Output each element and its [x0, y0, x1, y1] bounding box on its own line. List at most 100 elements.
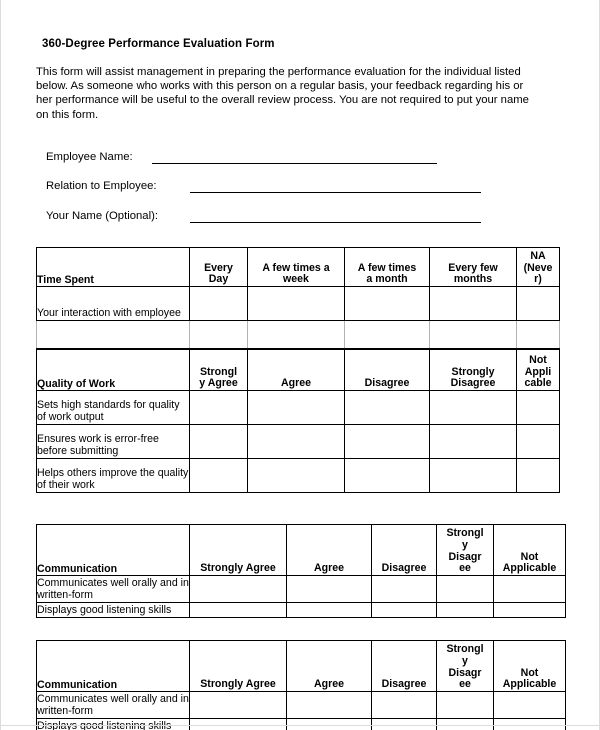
- table-row: Sets high standards for quality of work …: [36, 389, 560, 425]
- employee-name-input[interactable]: [152, 152, 437, 164]
- response-cell[interactable]: [429, 285, 517, 321]
- response-cell[interactable]: [189, 574, 287, 603]
- response-cell[interactable]: [247, 389, 345, 425]
- document-page: 360-Degree Performance Evaluation Form T…: [0, 0, 600, 730]
- response-cell[interactable]: [516, 389, 560, 425]
- your-name-input[interactable]: [190, 211, 481, 223]
- row-label-ensures-work-error-free: Ensures work is error-free before submit…: [36, 423, 190, 459]
- field-your-name: Your Name (Optional):: [36, 200, 566, 223]
- table-quality-of-work: Quality of Work Strongl y Agree Agree Di…: [36, 348, 560, 493]
- response-cell[interactable]: [371, 690, 437, 719]
- response-cell[interactable]: [189, 601, 287, 618]
- spacer-cell: [36, 319, 190, 349]
- column-header-every-day: Every Day: [189, 246, 248, 287]
- response-cell[interactable]: [516, 457, 560, 493]
- response-cell[interactable]: [344, 285, 430, 321]
- response-cell[interactable]: [516, 285, 560, 321]
- response-cell[interactable]: [344, 457, 430, 493]
- column-header-not-applicable: Not Appli cable: [516, 348, 560, 391]
- respondent-fields: Employee Name: Relation to Employee: You…: [36, 141, 566, 223]
- table-wrapper-time-spent: Time Spent Every Day A few times a week …: [36, 246, 566, 349]
- table-wrapper-communication-2: Communication Strongly Agree Agree Disag…: [36, 639, 566, 730]
- response-cell[interactable]: [189, 690, 287, 719]
- response-cell[interactable]: [493, 574, 566, 603]
- spacer-cell: [429, 319, 517, 349]
- response-cell[interactable]: [371, 601, 437, 618]
- field-label-your-name: Your Name (Optional):: [46, 209, 158, 222]
- response-cell[interactable]: [493, 690, 566, 719]
- column-header-strongly-agree: Strongly Agree: [189, 639, 287, 692]
- table-row: Displays good listening skills: [36, 601, 566, 618]
- table-spacer-row: [36, 319, 560, 349]
- column-header-agree: Agree: [286, 639, 372, 692]
- response-cell[interactable]: [436, 574, 494, 603]
- relation-to-employee-input[interactable]: [190, 181, 481, 193]
- response-cell[interactable]: [429, 423, 517, 459]
- column-header-agree: Agree: [247, 348, 345, 391]
- row-label-communicates-well-orally: Communicates well orally and in written-…: [36, 574, 190, 603]
- field-employee-name: Employee Name:: [36, 141, 566, 164]
- spacer-cell: [344, 319, 430, 349]
- column-header-agree: Agree: [286, 523, 372, 576]
- response-cell[interactable]: [493, 601, 566, 618]
- column-header-few-times-week: A few times a week: [247, 246, 345, 287]
- response-cell[interactable]: [189, 285, 248, 321]
- column-header-few-times-month: A few times a month: [344, 246, 430, 287]
- response-cell[interactable]: [344, 389, 430, 425]
- page-title: 360-Degree Performance Evaluation Form: [42, 38, 275, 50]
- table-header-row: Communication Strongly Agree Agree Disag…: [36, 523, 566, 576]
- response-cell[interactable]: [286, 690, 372, 719]
- table-wrapper-communication-1: Communication Strongly Agree Agree Disag…: [36, 523, 566, 618]
- response-cell[interactable]: [189, 389, 248, 425]
- table-header-row: Quality of Work Strongl y Agree Agree Di…: [36, 348, 560, 391]
- table-wrapper-quality-of-work: Quality of Work Strongl y Agree Agree Di…: [36, 348, 566, 493]
- row-label-communicates-well-orally: Communicates well orally and in written-…: [36, 690, 190, 719]
- column-header-strongly-disagree: Strongl y Disagr ee: [436, 639, 494, 692]
- table-row: Helps others improve the quality of thei…: [36, 457, 560, 493]
- response-cell[interactable]: [436, 601, 494, 618]
- response-cell[interactable]: [247, 457, 345, 493]
- row-label-sets-high-standards: Sets high standards for quality of work …: [36, 389, 190, 425]
- column-header-disagree: Disagree: [371, 523, 437, 576]
- category-label-communication: Communication: [36, 639, 190, 692]
- response-cell[interactable]: [516, 423, 560, 459]
- category-label-quality-of-work: Quality of Work: [36, 348, 190, 391]
- response-cell[interactable]: [371, 574, 437, 603]
- intro-paragraph: This form will assist management in prep…: [36, 66, 529, 121]
- document-content: 360-Degree Performance Evaluation Form T…: [36, 0, 566, 730]
- response-cell[interactable]: [286, 601, 372, 618]
- table-row: Communicates well orally and in written-…: [36, 690, 566, 719]
- response-cell[interactable]: [344, 423, 430, 459]
- column-header-disagree: Disagree: [371, 639, 437, 692]
- response-cell[interactable]: [247, 423, 345, 459]
- spacer-cell: [189, 319, 248, 349]
- column-header-not-applicable: Not Applicable: [493, 639, 566, 692]
- column-header-na-never: NA (Neve r): [516, 246, 560, 287]
- response-cell[interactable]: [189, 423, 248, 459]
- table-communication-2: Communication Strongly Agree Agree Disag…: [36, 639, 566, 730]
- field-label-relation-to-employee: Relation to Employee:: [46, 179, 157, 192]
- column-header-strongly-agree: Strongl y Agree: [189, 348, 248, 391]
- row-label-helps-others-improve: Helps others improve the quality of thei…: [36, 457, 190, 493]
- response-cell[interactable]: [436, 690, 494, 719]
- table-row: Ensures work is error-free before submit…: [36, 423, 560, 459]
- spacer-cell: [247, 319, 345, 349]
- column-header-strongly-disagree: Strongl y Disagr ee: [436, 523, 494, 576]
- column-header-disagree: Disagree: [344, 348, 430, 391]
- response-cell[interactable]: [429, 389, 517, 425]
- field-label-employee-name: Employee Name:: [46, 150, 133, 163]
- table-header-row: Communication Strongly Agree Agree Disag…: [36, 639, 566, 692]
- column-header-not-applicable: Not Applicable: [493, 523, 566, 576]
- column-header-strongly-agree: Strongly Agree: [189, 523, 287, 576]
- response-cell[interactable]: [189, 457, 248, 493]
- response-cell[interactable]: [247, 285, 345, 321]
- column-header-every-few-months: Every few months: [429, 246, 517, 287]
- table-header-row: Time Spent Every Day A few times a week …: [36, 246, 560, 287]
- table-time-spent: Time Spent Every Day A few times a week …: [36, 246, 560, 349]
- response-cell[interactable]: [429, 457, 517, 493]
- table-communication-1: Communication Strongly Agree Agree Disag…: [36, 523, 566, 618]
- column-header-strongly-disagree: Strongly Disagree: [429, 348, 517, 391]
- table-row: Your interaction with employee: [36, 285, 560, 321]
- table-row: Communicates well orally and in written-…: [36, 574, 566, 603]
- response-cell[interactable]: [286, 574, 372, 603]
